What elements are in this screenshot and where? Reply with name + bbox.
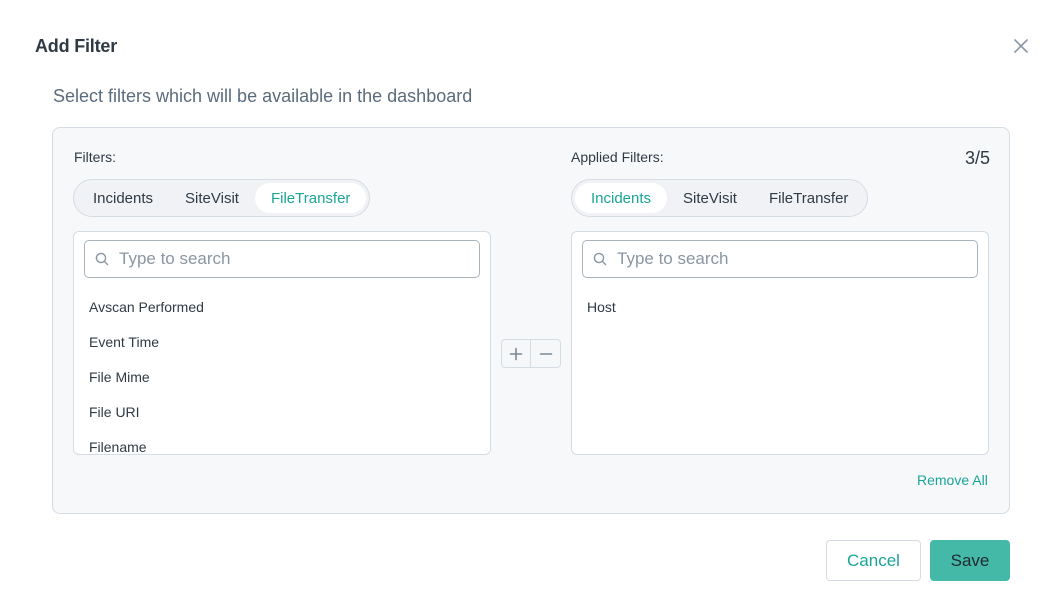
applied-tab-filetransfer[interactable]: FileTransfer [753, 183, 864, 213]
dialog-title: Add Filter [35, 36, 117, 56]
close-button[interactable] [1010, 35, 1032, 57]
add-filter-button[interactable] [501, 339, 531, 368]
filter-item-file-mime[interactable]: File Mime [74, 359, 490, 394]
dialog-subtitle: Select filters which will be available i… [53, 86, 473, 106]
applied-item-list: Host [572, 289, 988, 324]
filters-search-input[interactable] [119, 249, 459, 269]
filters-tab-sitevisit[interactable]: SiteVisit [169, 183, 255, 213]
applied-search [582, 240, 978, 278]
remove-filter-button[interactable] [531, 339, 561, 368]
search-icon [95, 252, 109, 266]
remove-all-link[interactable]: Remove All [917, 472, 988, 488]
filters-tabs: Incidents SiteVisit FileTransfer [73, 179, 371, 217]
filter-item-event-time[interactable]: Event Time [74, 324, 490, 359]
filter-item-filename[interactable]: Filename [74, 429, 490, 455]
filter-item-file-uri[interactable]: File URI [74, 394, 490, 429]
applied-filters-label: Applied Filters: [571, 149, 664, 165]
filters-item-list: Avscan Performed Event Time File Mime Fi… [74, 289, 490, 455]
filters-list-box: Avscan Performed Event Time File Mime Fi… [73, 231, 491, 455]
filters-tab-filetransfer[interactable]: FileTransfer [254, 183, 367, 213]
save-button[interactable]: Save [930, 540, 1010, 581]
applied-item-host[interactable]: Host [572, 289, 988, 324]
close-icon [1014, 39, 1028, 53]
move-buttons [501, 339, 561, 369]
filter-item-avscan-performed[interactable]: Avscan Performed [74, 289, 490, 324]
filters-label: Filters: [74, 149, 116, 165]
plus-icon [509, 347, 523, 360]
applied-tabs: Incidents SiteVisit FileTransfer [571, 179, 869, 217]
applied-tab-incidents[interactable]: Incidents [575, 183, 668, 213]
filters-search [84, 240, 480, 278]
filters-tab-incidents[interactable]: Incidents [77, 183, 169, 213]
applied-count: 3/5 [965, 148, 991, 168]
search-icon [593, 252, 607, 266]
minus-icon [539, 352, 552, 355]
applied-list-box: Host [571, 231, 989, 455]
applied-tab-sitevisit[interactable]: SiteVisit [667, 183, 753, 213]
cancel-button[interactable]: Cancel [826, 540, 921, 581]
add-filter-dialog: Add Filter Select filters which will be … [0, 0, 1062, 616]
applied-search-input[interactable] [617, 249, 957, 269]
